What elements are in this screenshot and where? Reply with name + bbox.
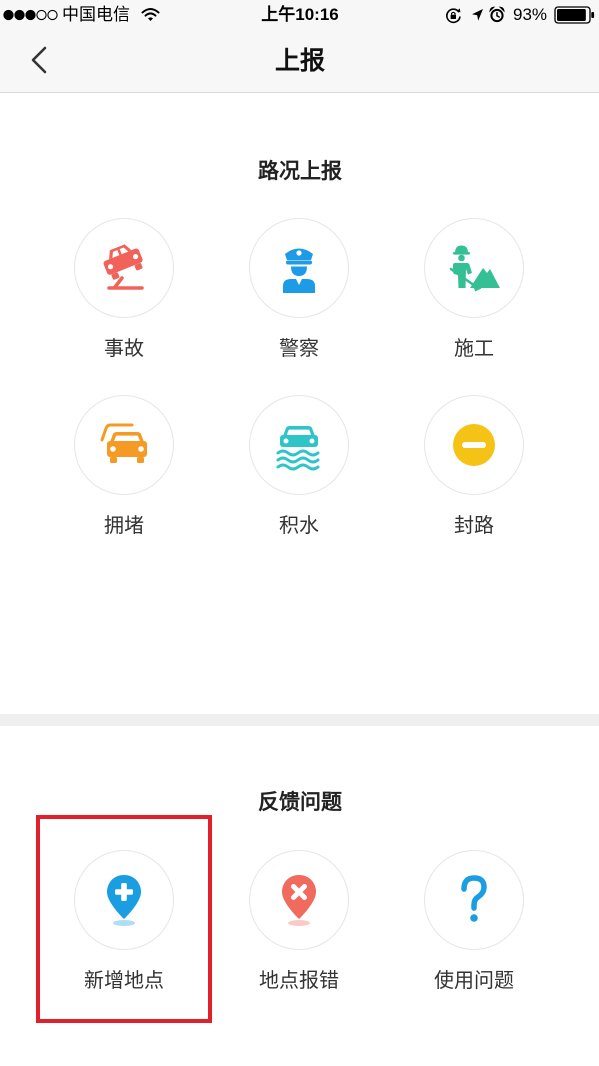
- feedback-item-usage-question[interactable]: 使用问题: [394, 850, 554, 996]
- navigation-bar: 上报: [0, 30, 599, 93]
- feedback-item-add-location[interactable]: 新增地点: [44, 850, 204, 996]
- section-divider: [0, 714, 599, 726]
- item-label: 地点报错: [259, 970, 339, 992]
- police-icon: [283, 248, 315, 293]
- location-arrow-icon: [472, 9, 483, 21]
- congestion-button-circle[interactable]: [74, 395, 174, 495]
- orientation-lock-icon: [446, 8, 461, 24]
- page-title: 上报: [274, 47, 325, 75]
- report-item-congestion[interactable]: 拥堵: [44, 395, 204, 541]
- flooding-button-circle[interactable]: [249, 395, 349, 495]
- report-item-road-closed[interactable]: 封路: [394, 395, 554, 541]
- report-item-construction[interactable]: 施工: [394, 218, 554, 364]
- wifi-icon: [141, 8, 160, 21]
- item-label: 施工: [454, 338, 494, 360]
- accident-icon: [103, 244, 144, 290]
- road-closed-icon: [453, 424, 495, 466]
- report-screen: 中国电信 上午10:16 93% 上报 路况上报 事故 警察 施工 拥堵 积水 …: [0, 0, 599, 1066]
- battery-percentage: 93%: [513, 5, 548, 24]
- flooding-icon: [276, 426, 320, 471]
- usage-question-button-circle[interactable]: [424, 850, 524, 950]
- road-report-heading: 路况上报: [258, 160, 342, 183]
- item-label: 警察: [279, 338, 319, 360]
- report-item-flooding[interactable]: 积水: [219, 395, 379, 541]
- signal-strength-icon: [3, 9, 58, 21]
- item-label: 事故: [104, 338, 144, 360]
- battery-icon: [554, 6, 595, 24]
- item-label: 使用问题: [434, 970, 514, 992]
- status-time: 上午10:16: [261, 5, 339, 24]
- back-button[interactable]: [22, 38, 56, 82]
- alarm-icon: [489, 6, 505, 23]
- location-error-icon: [282, 875, 316, 926]
- accident-button-circle[interactable]: [74, 218, 174, 318]
- add-location-icon: [107, 875, 141, 926]
- item-label: 拥堵: [104, 515, 144, 537]
- police-button-circle[interactable]: [249, 218, 349, 318]
- road-closed-button-circle[interactable]: [424, 395, 524, 495]
- construction-button-circle[interactable]: [424, 218, 524, 318]
- carrier-name: 中国电信: [62, 5, 130, 24]
- construction-icon: [449, 245, 500, 292]
- congestion-icon: [100, 423, 147, 463]
- item-label: 封路: [454, 515, 494, 537]
- feedback-heading: 反馈问题: [258, 791, 342, 814]
- location-error-button-circle[interactable]: [249, 850, 349, 950]
- chevron-left-icon: [31, 46, 47, 74]
- status-bar: 中国电信 上午10:16 93%: [0, 0, 599, 30]
- report-item-police[interactable]: 警察: [219, 218, 379, 364]
- item-label: 积水: [279, 515, 319, 537]
- feedback-item-location-error[interactable]: 地点报错: [219, 850, 379, 996]
- add-location-button-circle[interactable]: [74, 850, 174, 950]
- report-item-accident[interactable]: 事故: [44, 218, 204, 364]
- item-label: 新增地点: [84, 970, 164, 992]
- question-icon: [461, 875, 487, 922]
